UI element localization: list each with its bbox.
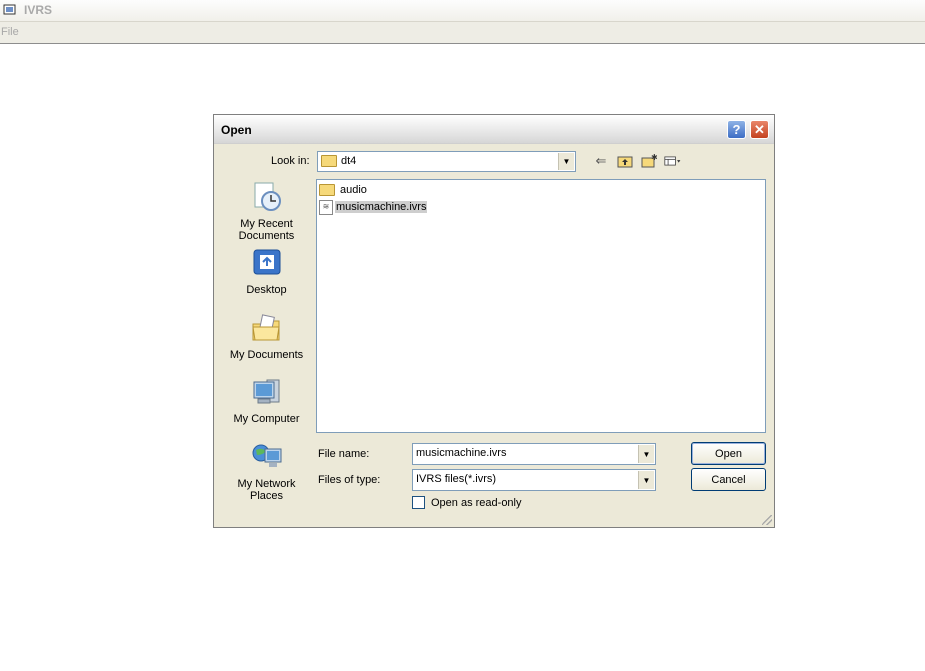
resize-grip[interactable] xyxy=(762,515,772,525)
folder-icon xyxy=(321,155,337,168)
chevron-down-icon[interactable]: ▼ xyxy=(638,471,654,489)
app-title: IVRS xyxy=(24,3,53,17)
view-menu-icon[interactable] xyxy=(664,153,682,169)
look-in-label: Look in: xyxy=(271,155,310,167)
list-item-folder[interactable]: audio xyxy=(319,182,368,198)
cancel-button[interactable]: Cancel xyxy=(691,468,766,491)
place-label: My Documents xyxy=(229,349,304,361)
my-documents-icon xyxy=(251,314,280,341)
file-name: musicmachine.ivrs xyxy=(335,201,428,213)
dialog-titlebar[interactable]: Open ? ✕ xyxy=(214,115,774,144)
chevron-down-icon[interactable]: ▼ xyxy=(558,153,574,170)
network-places-icon xyxy=(252,444,281,467)
menubar: File xyxy=(0,22,925,44)
chevron-down-icon[interactable]: ▼ xyxy=(638,445,654,463)
read-only-label: Open as read-only xyxy=(431,496,522,509)
place-label: Desktop xyxy=(246,284,287,296)
desktop-icon xyxy=(253,249,280,275)
place-recent-documents[interactable]: My Recent Documents xyxy=(224,181,309,242)
file-list[interactable]: audio ≋ musicmachine.ivrs xyxy=(316,179,766,433)
my-computer-icon xyxy=(253,379,279,404)
up-folder-icon[interactable] xyxy=(616,153,634,169)
ivrs-file-icon: ≋ xyxy=(319,199,333,215)
look-in-value: dt4 xyxy=(341,155,357,167)
help-button[interactable]: ? xyxy=(727,120,746,139)
place-label: My Recent Documents xyxy=(238,218,295,242)
app-titlebar: IVRS xyxy=(0,0,925,22)
place-label: My Network Places xyxy=(237,478,296,502)
read-only-checkbox[interactable] xyxy=(412,496,425,509)
dialog-toolbar: ⇐ ✱ xyxy=(592,152,682,170)
place-desktop[interactable]: Desktop xyxy=(224,247,309,296)
svg-text:✱: ✱ xyxy=(651,154,657,162)
dialog-title: Open xyxy=(221,123,252,137)
place-network-places[interactable]: My Network Places xyxy=(224,441,309,502)
file-type-label: Files of type: xyxy=(318,474,381,486)
file-type-dropdown[interactable]: IVRS files(*.ivrs) ▼ xyxy=(412,469,656,491)
open-button[interactable]: Open xyxy=(691,442,766,465)
new-folder-icon[interactable]: ✱ xyxy=(640,153,658,169)
back-icon[interactable]: ⇐ xyxy=(592,153,610,169)
file-name-label: File name: xyxy=(318,448,370,460)
open-dialog: Open ? ✕ Look in: dt4 ▼ ⇐ ✱ My Recent Do… xyxy=(213,114,775,528)
look-in-dropdown[interactable]: dt4 ▼ xyxy=(317,151,576,172)
read-only-option[interactable]: Open as read-only xyxy=(412,496,522,509)
place-my-computer[interactable]: My Computer xyxy=(224,376,309,425)
menu-file[interactable]: File xyxy=(1,26,19,38)
recent-documents-icon xyxy=(254,182,281,211)
file-name: audio xyxy=(340,184,367,196)
file-name-field[interactable]: musicmachine.ivrs ▼ xyxy=(412,443,656,465)
file-name-value: musicmachine.ivrs xyxy=(416,447,507,459)
app-icon xyxy=(3,4,16,15)
list-item-file[interactable]: ≋ musicmachine.ivrs xyxy=(319,199,428,215)
folder-icon xyxy=(319,184,335,196)
file-type-value: IVRS files(*.ivrs) xyxy=(416,473,497,485)
place-my-documents[interactable]: My Documents xyxy=(224,312,309,361)
close-button[interactable]: ✕ xyxy=(750,120,769,139)
place-label: My Computer xyxy=(233,413,300,425)
